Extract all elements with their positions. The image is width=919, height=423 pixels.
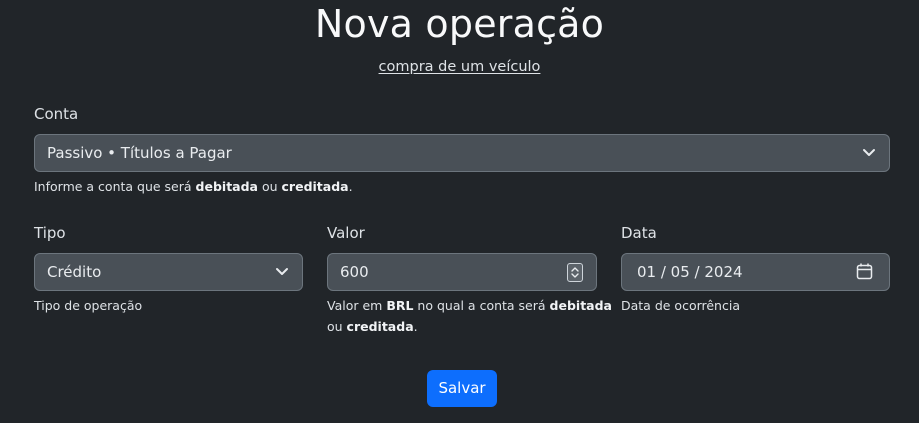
tipo-selected-value: Crédito <box>47 263 102 281</box>
data-help-text: Data de ocorrência <box>621 298 740 313</box>
valor-help-currency: BRL <box>386 298 414 313</box>
new-operation-form: Nova operação compra de um veículo Conta… <box>0 0 919 423</box>
chevron-down-icon <box>863 149 875 156</box>
conta-help-suffix: . <box>348 179 353 194</box>
operation-description-link[interactable]: compra de um veículo <box>379 59 541 75</box>
valor-help-debitada: debitada <box>549 298 612 313</box>
data-label: Data <box>621 224 657 242</box>
calendar-icon[interactable] <box>856 263 873 280</box>
valor-help-line2-prefix: ou <box>327 319 347 334</box>
subtitle: compra de um veículo <box>0 57 919 77</box>
data-value: 01 / 05 / 2024 <box>637 263 743 281</box>
valor-label: Valor <box>327 224 365 242</box>
conta-select[interactable]: Passivo • Títulos a Pagar <box>34 134 890 172</box>
valor-help-creditada: creditada <box>346 319 414 334</box>
conta-help-creditada: creditada <box>281 179 349 194</box>
data-input[interactable]: 01 / 05 / 2024 <box>621 253 890 291</box>
tipo-select[interactable]: Crédito <box>34 253 303 291</box>
valor-value: 600 <box>340 263 369 281</box>
conta-label: Conta <box>34 105 79 123</box>
conta-help-mid: ou <box>257 179 282 194</box>
valor-help-prefix: Valor em <box>327 298 387 313</box>
valor-help-text: Valor em BRL no qual a conta será debita… <box>327 295 617 337</box>
conta-help-debitada: debitada <box>195 179 258 194</box>
conta-selected-value: Passivo • Títulos a Pagar <box>47 144 232 162</box>
tipo-label: Tipo <box>34 224 66 242</box>
valor-input[interactable]: 600 <box>327 253 597 291</box>
chevron-down-icon <box>276 268 288 275</box>
save-button[interactable]: Salvar <box>427 370 497 407</box>
page-title: Nova operação <box>314 2 605 46</box>
tipo-help-text: Tipo de operação <box>34 298 143 313</box>
number-spinner-icon[interactable] <box>567 263 583 282</box>
conta-help-text: Informe a conta que será debitada ou cre… <box>34 176 353 197</box>
conta-help-prefix: Informe a conta que será <box>34 179 196 194</box>
valor-help-suffix: . <box>413 319 418 334</box>
valor-help-mid: no qual a conta será <box>413 298 550 313</box>
